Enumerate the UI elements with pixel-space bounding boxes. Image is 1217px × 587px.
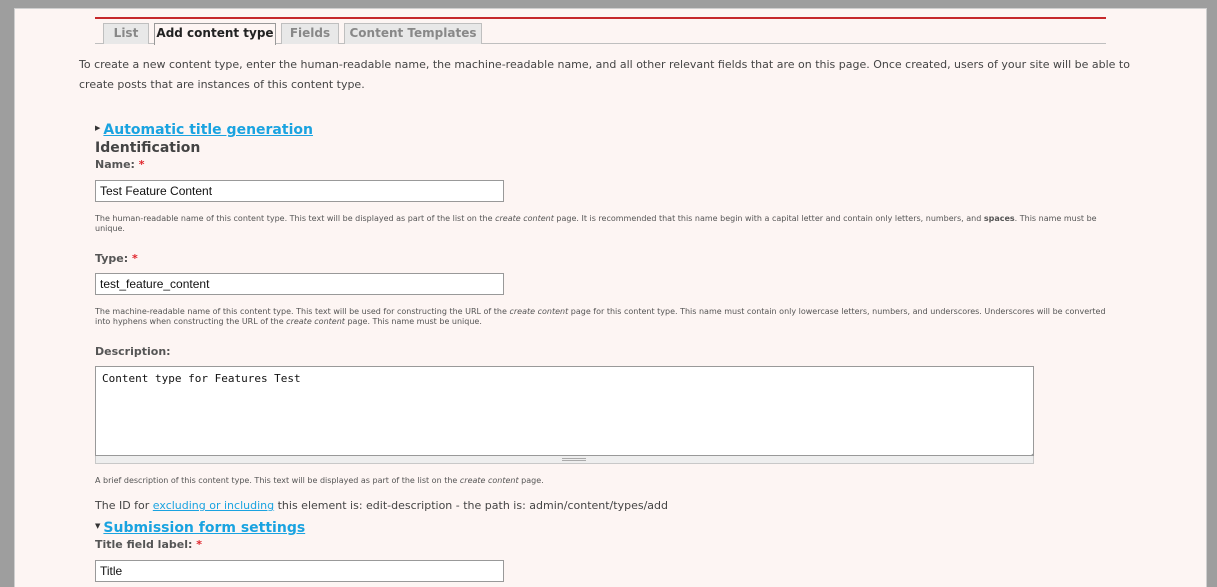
required-marker: * xyxy=(131,252,138,265)
description-help-text: A brief description of this content type… xyxy=(95,476,544,485)
automatic-title-generation-label: Automatic title generation xyxy=(103,122,313,138)
identification-heading: Identification xyxy=(95,140,201,156)
triangle-down-icon: ▼ xyxy=(95,522,101,530)
title-field-input[interactable]: Title xyxy=(95,560,504,582)
tab-list[interactable]: List xyxy=(103,23,149,44)
textarea-resize-handle[interactable] xyxy=(95,456,1034,464)
textarea-resize-corner[interactable] xyxy=(1026,446,1034,461)
type-help-text: The machine-readable name of this conten… xyxy=(95,307,1106,326)
type-label-text: Type: xyxy=(95,252,129,265)
description-label: Description: xyxy=(95,345,171,358)
grip-icon xyxy=(562,458,586,461)
page-content: List Add content type Fields Content Tem… xyxy=(14,8,1207,587)
tab-content-templates[interactable]: Content Templates xyxy=(344,23,482,44)
tab-fields[interactable]: Fields xyxy=(281,23,339,44)
submission-form-settings-toggle[interactable]: ▼ Submission form settings xyxy=(95,519,305,537)
submission-form-settings-label: Submission form settings xyxy=(103,520,306,536)
type-input[interactable]: test_feature_content xyxy=(95,273,504,295)
tab-bar: List Add content type Fields Content Tem… xyxy=(95,23,1106,45)
required-marker: * xyxy=(138,158,145,171)
top-accent-bar xyxy=(95,17,1106,19)
title-field-label: Title field label: * xyxy=(95,538,202,552)
name-label: Name: * xyxy=(95,158,145,172)
description-textarea[interactable]: Content type for Features Test xyxy=(95,366,1034,456)
name-label-text: Name: xyxy=(95,158,135,171)
name-input[interactable]: Test Feature Content xyxy=(95,180,504,202)
required-marker: * xyxy=(196,538,202,551)
name-help-text: The human-readable name of this content … xyxy=(95,214,1097,233)
tab-add-content-type[interactable]: Add content type xyxy=(154,23,276,45)
automatic-title-generation-toggle[interactable]: ▶ Automatic title generation xyxy=(95,121,313,139)
excluding-or-including-link[interactable]: excluding or including xyxy=(153,499,274,512)
element-id-info: The ID for excluding or including this e… xyxy=(95,499,668,512)
type-label: Type: * xyxy=(95,252,138,266)
intro-text: To create a new content type, enter the … xyxy=(79,58,1130,91)
triangle-right-icon: ▶ xyxy=(95,124,101,132)
title-field-label-text: Title field label: xyxy=(95,538,193,551)
